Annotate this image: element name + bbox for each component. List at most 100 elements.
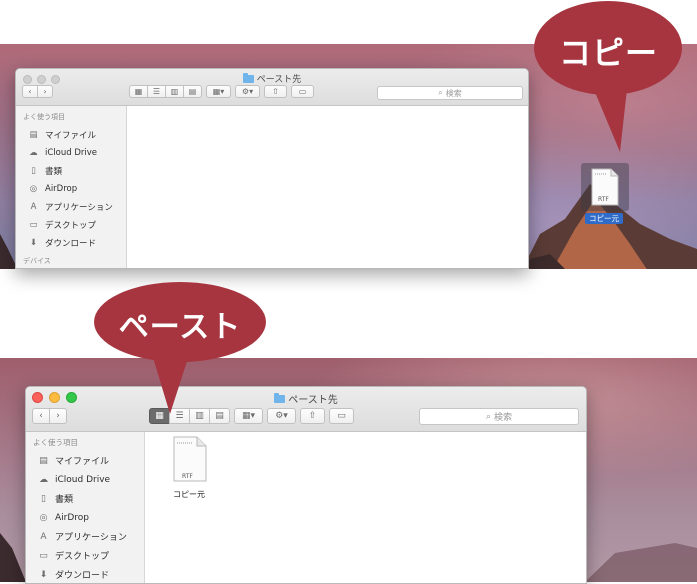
applications-icon: A — [30, 202, 37, 212]
gear-icon: ⚙▾ — [241, 87, 254, 96]
sidebar-item-label: iCloud Drive — [45, 148, 98, 158]
search-placeholder: 検索 — [494, 413, 513, 423]
sidebar-item-label: AirDrop — [55, 512, 90, 523]
chevron-left-icon: ‹ — [28, 87, 32, 96]
sidebar-item-label: マイファイル — [55, 457, 110, 467]
grid-icon: ▦ — [134, 87, 143, 96]
download-icon: ⬇ — [39, 569, 48, 580]
window-title-text: ペースト先 — [288, 395, 338, 406]
forward-button[interactable]: › — [49, 408, 67, 424]
sidebar-item-downloads[interactable]: ⬇ ダウンロード — [16, 234, 126, 252]
sidebar-item-airdrop[interactable]: ◎ AirDrop — [16, 180, 126, 198]
sidebar-item-label: iCloud Drive — [55, 474, 111, 485]
search-field[interactable]: ⌕ 検索 — [419, 408, 579, 425]
window-title-text: ペースト先 — [256, 75, 302, 85]
sidebar-item-label: アプリケーション — [45, 203, 113, 213]
mountain-right-bottom — [585, 543, 697, 582]
nav-buttons: ‹ › — [32, 408, 67, 424]
pasted-file[interactable]: RTF コピー元 — [163, 436, 223, 502]
file-name-label: コピー元 — [585, 213, 623, 224]
desktop-file[interactable]: RTF コピー元 — [580, 163, 630, 225]
forward-button[interactable]: › — [37, 85, 53, 98]
sidebar-item-airdrop[interactable]: ◎ AirDrop — [26, 508, 144, 527]
sidebar-item-label: ダウンロード — [55, 571, 110, 581]
file-list-area[interactable]: RTF コピー元 — [145, 432, 586, 583]
sidebar-item-desktop[interactable]: ▭ デスクトップ — [16, 216, 126, 234]
sidebar: よく使う項目 ▤ マイファイル ☁ iCloud Drive ▯ 書類 ◎ AirDro… — [16, 106, 127, 268]
search-field[interactable]: ⌕ 検索 — [377, 86, 523, 100]
list-view-button[interactable]: ☰ — [147, 85, 166, 98]
gallery-icon: ▤ — [188, 87, 197, 96]
sidebar-item-label: デスクトップ — [45, 221, 97, 231]
paste-callout: ペースト — [92, 280, 282, 415]
sidebar-item-applications[interactable]: A アプリケーション — [16, 198, 126, 216]
sidebar-item-icloud[interactable]: ☁ iCloud Drive — [26, 470, 144, 489]
share-button[interactable]: ⇧ — [300, 408, 325, 424]
group-button[interactable]: ▦▾ — [206, 85, 231, 98]
file-list-area[interactable] — [127, 106, 528, 268]
gallery-view-button[interactable]: ▤ — [183, 85, 202, 98]
search-icon: ⌕ — [485, 411, 492, 422]
sidebar-item-label: AirDrop — [45, 184, 78, 194]
sidebar-item-label: マイファイル — [45, 131, 97, 141]
icon-view-button[interactable]: ▦ — [129, 85, 148, 98]
view-buttons: ▦ ☰ ▥ ▤ ▦▾ ⚙▾ ⇧ ▭ — [129, 85, 314, 98]
tag-icon: ▭ — [298, 87, 307, 96]
all-files-icon: ▤ — [39, 455, 48, 466]
desktop-icon: ▭ — [29, 220, 38, 230]
window-title: ペースト先 — [16, 72, 528, 85]
sidebar-item-label: アプリケーション — [55, 533, 127, 543]
sidebar-item-all-files[interactable]: ▤ マイファイル — [16, 126, 126, 144]
cloud-icon: ☁ — [29, 148, 38, 158]
download-icon: ⬇ — [29, 238, 38, 248]
tag-icon: ▭ — [337, 411, 346, 421]
tags-button[interactable]: ▭ — [291, 85, 314, 98]
copy-callout-shape — [534, 1, 682, 152]
cloud-icon: ☁ — [39, 474, 48, 485]
sidebar-item-label: ダウンロード — [45, 239, 97, 249]
chevron-right-icon: › — [56, 411, 60, 421]
back-button[interactable]: ‹ — [32, 408, 50, 424]
airdrop-icon: ◎ — [29, 184, 38, 194]
title-bar: ペースト先 ‹ › ▦ ☰ ▥ ▤ ▦▾ ⚙▾ ⇧ ▭ ⌕ 検索 — [16, 69, 528, 106]
file-type-label: RTF — [182, 473, 193, 480]
search-placeholder: 検索 — [445, 88, 462, 98]
airdrop-icon: ◎ — [39, 512, 48, 523]
favorites-header: よく使う項目 — [33, 438, 78, 447]
paste-callout-text: ペースト — [118, 310, 242, 345]
sidebar-item-applications[interactable]: A アプリケーション — [26, 527, 144, 546]
action-button[interactable]: ⚙▾ — [235, 85, 260, 98]
sidebar-item-icloud[interactable]: ☁ iCloud Drive — [16, 144, 126, 162]
sidebar-item-label: 書類 — [55, 495, 74, 505]
sidebar-item-label: デスクトップ — [55, 552, 110, 562]
chevron-left-icon: ‹ — [39, 411, 43, 421]
share-icon: ⇧ — [308, 411, 317, 421]
documents-icon: ▯ — [31, 166, 36, 176]
documents-icon: ▯ — [41, 493, 46, 504]
sidebar-item-documents[interactable]: ▯ 書類 — [26, 489, 144, 508]
chevron-right-icon: › — [43, 87, 47, 96]
share-button[interactable]: ⇧ — [264, 85, 287, 98]
share-icon: ⇧ — [272, 87, 279, 96]
search-icon: ⌕ — [438, 88, 443, 97]
sidebar-item-label: 書類 — [45, 167, 63, 177]
desktop-icon: ▭ — [39, 550, 48, 561]
sidebar: よく使う項目 ▤ マイファイル ☁ iCloud Drive ▯ 書類 ◎ AirDro… — [26, 432, 145, 583]
folder-icon — [242, 72, 254, 83]
column-view-button[interactable]: ▥ — [165, 85, 184, 98]
favorites-header: よく使う項目 — [23, 113, 65, 121]
sidebar-item-desktop[interactable]: ▭ デスクトップ — [26, 546, 144, 565]
applications-icon: A — [40, 531, 47, 542]
columns-icon: ▥ — [170, 87, 179, 96]
list-icon: ☰ — [152, 87, 161, 96]
tags-button[interactable]: ▭ — [329, 408, 354, 424]
sidebar-item-documents[interactable]: ▯ 書類 — [16, 162, 126, 180]
finder-window-bottom: ペースト先 ‹ › ▦ ☰ ▥ ▤ ▦▾ ⚙▾ ⇧ ▭ ⌕ 検索 よく使う項目 — [25, 386, 587, 584]
devices-header: デバイス — [23, 257, 51, 265]
sidebar-item-all-files[interactable]: ▤ マイファイル — [26, 451, 144, 470]
sidebar-item-downloads[interactable]: ⬇ ダウンロード — [26, 565, 144, 583]
finder-window-top: ペースト先 ‹ › ▦ ☰ ▥ ▤ ▦▾ ⚙▾ ⇧ ▭ ⌕ 検索 よく使う項目 — [15, 68, 529, 269]
all-files-icon: ▤ — [29, 130, 38, 140]
back-button[interactable]: ‹ — [22, 85, 38, 98]
paste-callout-shape — [94, 282, 266, 414]
